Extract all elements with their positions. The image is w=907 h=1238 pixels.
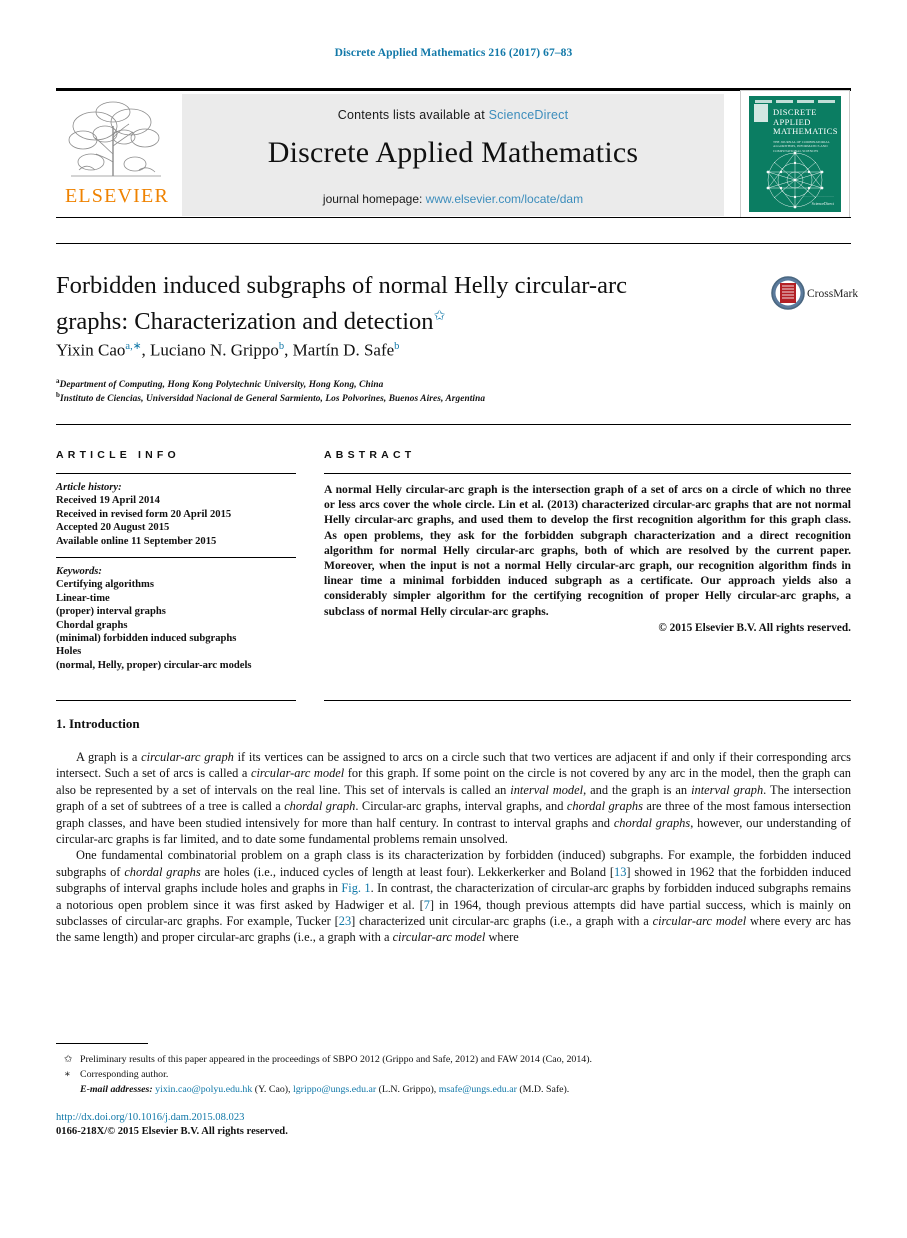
abstract-body: A normal Helly circular-arc graph is the… — [324, 483, 851, 618]
cover-bar-2 — [776, 100, 793, 103]
issn-copyright-line: 0166-218X/© 2015 Elsevier B.V. All right… — [56, 1126, 288, 1137]
affiliation-a: aDepartment of Computing, Hong Kong Poly… — [56, 377, 776, 390]
keywords-block: Keywords: Certifying algorithms Linear-t… — [56, 565, 296, 672]
journal-homepage-line: journal homepage: www.elsevier.com/locat… — [182, 192, 724, 206]
cover-title: DISCRETE APPLIED MATHEMATICS — [773, 107, 838, 137]
author-name-0: Yixin Cao — [56, 340, 126, 360]
affiliation-a-text: Department of Computing, Hong Kong Polyt… — [59, 380, 384, 391]
footnote-star-text: Preliminary results of this paper appear… — [80, 1054, 592, 1065]
elsevier-wordmark: ELSEVIER — [64, 185, 170, 207]
cover-bar-3 — [797, 100, 814, 103]
footnote-star-row: ✩ Preliminary results of this paper appe… — [56, 1052, 851, 1067]
keyword-item-6: (normal, Helly, proper) circular-arc mod… — [56, 659, 252, 671]
contents-available-line: Contents lists available at ScienceDirec… — [182, 94, 724, 122]
body-paragraph-1: One fundamental combinatorial problem on… — [56, 848, 852, 945]
title-footnote-marker[interactable]: ✩ — [434, 309, 446, 324]
masthead-center-panel: Contents lists available at ScienceDirec… — [182, 94, 724, 216]
keyword-item-2: (proper) interval graphs — [56, 606, 166, 618]
keyword-item-0: Certifying algorithms — [56, 579, 154, 591]
cover-elsevier-tree-icon — [754, 104, 768, 122]
article-history-item-0: Received 19 April 2014 — [56, 495, 160, 507]
homepage-url-link[interactable]: www.elsevier.com/locate/dam — [426, 192, 583, 206]
article-history-item-1: Received in revised form 20 April 2015 — [56, 508, 232, 520]
masthead-bottom-rule — [56, 217, 851, 218]
footnote-corresponding-marker: ∗ — [64, 1069, 71, 1080]
article-history-label: Article history: — [56, 482, 122, 493]
cover-bar-1 — [755, 100, 772, 103]
keywords-label: Keywords: — [56, 566, 102, 578]
email-who-1: (L.N. Grippo), — [378, 1084, 437, 1095]
article-info-rule — [56, 473, 296, 474]
author-marks-2: b — [394, 341, 400, 352]
keyword-item-3: Chordal graphs — [56, 619, 128, 631]
author-marks-0: a,∗ — [125, 341, 142, 352]
footnote-star-marker: ✩ — [64, 1054, 73, 1065]
cover-footer-rule: ————————— — [803, 194, 834, 198]
footnote-corresponding-row: ∗ Corresponding author. — [56, 1067, 851, 1082]
footnote-emails-row: E-mail addresses: yixin.cao@polyu.edu.hk… — [56, 1082, 851, 1097]
paper-title-line-1: Forbidden induced subgraphs of normal He… — [56, 272, 627, 299]
elsevier-logo: ELSEVIER — [56, 94, 178, 216]
paper-page: Discrete Applied Mathematics 216 (2017) … — [0, 0, 907, 1238]
crossmark-label: CrossMark — [807, 288, 859, 300]
article-history-block: Article history: Received 19 April 2014 … — [56, 481, 296, 548]
body-paragraph-0: A graph is a circular-arc graph if its v… — [56, 750, 852, 847]
abstract-bottom-rule — [324, 700, 851, 701]
running-head: Discrete Applied Mathematics 216 (2017) … — [334, 47, 573, 59]
footnote-rule — [56, 1043, 148, 1045]
title-top-rule — [56, 243, 851, 244]
email-link-2[interactable]: msafe@ungs.edu.ar — [439, 1084, 517, 1095]
keyword-item-4: (minimal) forbidden induced subgraphs — [56, 633, 237, 645]
article-info-column: ARTICLE INFO Article history: Received 1… — [56, 449, 296, 672]
article-info-heading: ARTICLE INFO — [56, 449, 180, 461]
sciencedirect-link[interactable]: ScienceDirect — [489, 108, 569, 122]
abstract-heading: ABSTRACT — [324, 449, 416, 461]
footnote-corresponding-text: Corresponding author. — [80, 1069, 169, 1080]
email-link-0[interactable]: yixin.cao@polyu.edu.hk — [155, 1084, 252, 1095]
section-heading-introduction: 1. Introduction — [56, 716, 140, 732]
email-link-1[interactable]: lgrippo@ungs.edu.ar — [293, 1084, 376, 1095]
elsevier-tree-icon — [68, 101, 161, 177]
affiliation-b-text: Instituto de Ciencias, Universidad Nacio… — [60, 394, 486, 405]
affiliation-b: bInstituto de Ciencias, Universidad Naci… — [56, 391, 776, 404]
crossmark-badge[interactable]: CrossMark — [771, 276, 859, 318]
author-marks-1: b — [278, 341, 285, 352]
email-who-0: (Y. Cao), — [254, 1084, 291, 1095]
article-history-item-2: Accepted 20 August 2015 — [56, 522, 170, 534]
article-info-bottom-rule — [56, 700, 296, 701]
journal-title: Discrete Applied Mathematics — [267, 136, 639, 169]
title-bottom-rule — [56, 424, 851, 425]
cover-footer-label: ScienceDirect — [811, 201, 834, 206]
paper-title-line-2: graphs: Characterization and detection — [56, 308, 434, 336]
abstract-column: ABSTRACT A normal Helly circular-arc gra… — [324, 449, 851, 634]
abstract-rule — [324, 473, 851, 474]
author-name-1: Luciano N. Grippo — [150, 340, 279, 360]
cover-bar-4 — [818, 100, 835, 103]
journal-cover-thumbnail[interactable]: DISCRETE APPLIED MATHEMATICS THE JOURNAL… — [740, 90, 850, 218]
section-title: Introduction — [69, 716, 140, 731]
cover-title-line-3: MATHEMATICS — [773, 126, 838, 136]
homepage-prefix: journal homepage: — [322, 192, 423, 206]
footnote-block: ✩ Preliminary results of this paper appe… — [56, 1052, 851, 1097]
keyword-item-5: Holes — [56, 646, 82, 658]
abstract-copyright: © 2015 Elsevier B.V. All rights reserved… — [658, 621, 851, 634]
section-number: 1. — [56, 716, 66, 731]
journal-cover-art: DISCRETE APPLIED MATHEMATICS THE JOURNAL… — [749, 96, 841, 212]
journal-masthead: ELSEVIER Contents lists available at Sci… — [56, 88, 851, 220]
contents-prefix: Contents lists available at — [337, 108, 485, 122]
keywords-rule — [56, 557, 296, 559]
article-history-item-3: Available online 11 September 2015 — [56, 535, 217, 547]
author-name-2: Martín D. Safe — [292, 340, 395, 360]
doi-link[interactable]: http://dx.doi.org/10.1016/j.dam.2015.08.… — [56, 1112, 244, 1123]
author-list: Yixin Caoa,∗, Luciano N. Grippob, Martín… — [56, 340, 400, 360]
crossmark-icon — [771, 276, 805, 310]
email-who-2: (M.D. Safe). — [519, 1084, 570, 1095]
keyword-item-1: Linear-time — [56, 592, 110, 604]
page-title: Forbidden induced subgraphs of normal He… — [56, 270, 696, 337]
body-text: A graph is a circular-arc graph if its v… — [56, 749, 851, 946]
email-addresses-label: E-mail addresses: — [80, 1084, 153, 1095]
masthead-top-rule — [56, 88, 851, 91]
